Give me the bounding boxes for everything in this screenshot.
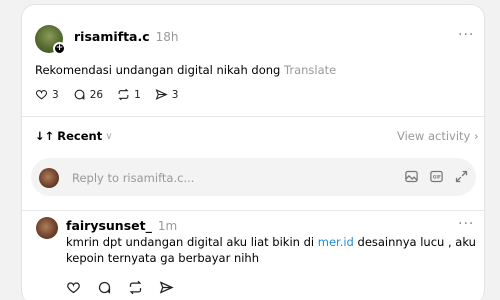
- post-timestamp: 18h: [155, 30, 179, 44]
- post-username[interactable]: risamifta.c: [74, 29, 150, 44]
- follow-plus-icon[interactable]: +: [53, 42, 66, 55]
- current-user-avatar: [39, 168, 59, 188]
- comment-text-before: kmrin dpt undangan digital aku liat biki…: [66, 235, 318, 249]
- comment-actions: [66, 280, 174, 299]
- divider: [22, 116, 484, 117]
- reply-tools: GIF: [404, 169, 469, 184]
- comment-reply-button[interactable]: [97, 280, 112, 299]
- like-button[interactable]: 3: [35, 88, 59, 101]
- translate-link[interactable]: Translate: [284, 63, 336, 77]
- post-text: Rekomendasi undangan digital nikah dong: [35, 63, 281, 77]
- comment-author-avatar[interactable]: [36, 217, 58, 239]
- comment-username[interactable]: fairysunset_: [66, 218, 152, 233]
- chevron-down-icon: ∨: [105, 130, 113, 142]
- gif-icon[interactable]: GIF: [429, 169, 444, 184]
- chevron-right-icon: ›: [474, 129, 479, 143]
- post-more-icon[interactable]: ···: [458, 27, 474, 43]
- comment-more-icon[interactable]: ···: [458, 216, 474, 232]
- post-header: risamifta.c 18h: [74, 29, 179, 44]
- comment-timestamp: 1m: [157, 219, 178, 233]
- comment-share-button[interactable]: [159, 280, 174, 299]
- expand-icon[interactable]: [454, 169, 469, 184]
- divider: [22, 210, 484, 211]
- comment-count: 26: [89, 88, 104, 101]
- post-actions: 3 26 1 3: [35, 88, 178, 101]
- heart-icon: [67, 282, 80, 294]
- sort-arrows-icon: ↓↑: [35, 129, 55, 143]
- heart-icon: [35, 90, 48, 100]
- share-count: 3: [171, 88, 179, 101]
- like-count: 3: [52, 88, 59, 101]
- post-body: Rekomendasi undangan digital nikah dong …: [35, 63, 336, 77]
- thread-card: + risamifta.c 18h ··· Rekomendasi undang…: [21, 4, 485, 300]
- comment-link[interactable]: mer.id: [318, 235, 354, 249]
- repost-icon: [118, 88, 129, 101]
- comment-repost-button[interactable]: [128, 280, 143, 299]
- view-activity-label: View activity: [397, 129, 471, 143]
- sort-label: Recent: [57, 129, 103, 143]
- share-button[interactable]: 3: [155, 88, 179, 101]
- sort-dropdown[interactable]: ↓↑ Recent ∨: [35, 129, 113, 143]
- comment-like-button[interactable]: [66, 280, 81, 299]
- repost-button[interactable]: 1: [117, 88, 141, 101]
- comment-icon: [98, 281, 111, 294]
- comment-icon: [74, 89, 85, 100]
- comment-body: kmrin dpt undangan digital aku liat biki…: [66, 234, 476, 266]
- svg-text:GIF: GIF: [433, 174, 441, 180]
- comment-button[interactable]: 26: [73, 88, 103, 101]
- reply-input[interactable]: Reply to risamifta.c...: [72, 171, 194, 185]
- share-icon: [155, 89, 168, 100]
- comment-header: fairysunset_ 1m: [66, 218, 177, 233]
- share-icon: [159, 281, 174, 294]
- repost-count: 1: [134, 88, 141, 101]
- repost-icon: [129, 280, 142, 295]
- view-activity-link[interactable]: View activity ›: [397, 129, 479, 143]
- image-icon[interactable]: [404, 169, 419, 184]
